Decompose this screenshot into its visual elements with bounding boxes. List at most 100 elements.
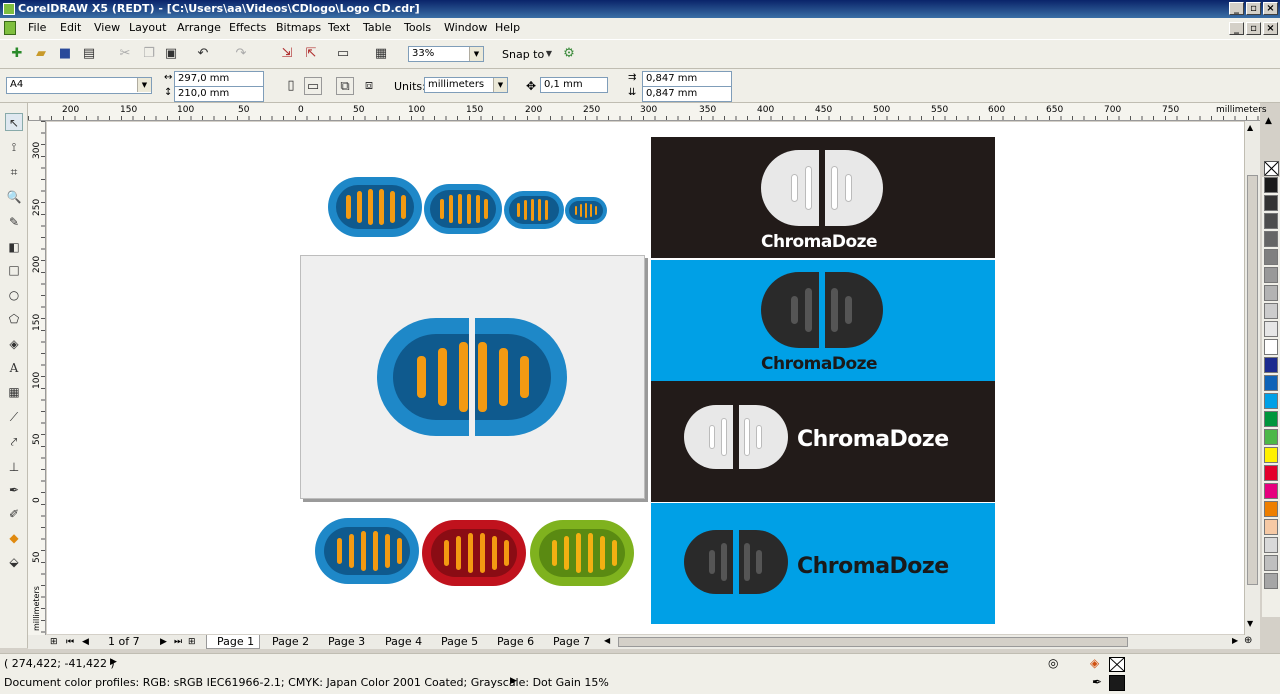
palette-scroll-up-icon[interactable]: ▲ [1265, 116, 1277, 128]
color-swatch[interactable] [1264, 177, 1278, 193]
scroll-up-icon[interactable]: ▲ [1247, 123, 1253, 132]
undo-icon[interactable]: ↶ [194, 45, 212, 63]
navigator-icon[interactable]: ⊕ [1244, 635, 1252, 646]
save-icon[interactable]: ■ [56, 45, 74, 63]
first-page-icon[interactable]: ⏮ [66, 635, 74, 649]
brand-panel-cyan-stacked[interactable]: ChromaDoze [651, 260, 995, 381]
duplicate-distance-x-field[interactable]: 0,847 mm [642, 71, 732, 87]
menu-text[interactable]: Text [328, 21, 350, 34]
drawing-canvas[interactable]: ChromaDoze ChromaDoze ChromaDoze ChromaD… [47, 122, 1258, 634]
table-tool-icon[interactable]: ▦ [5, 383, 23, 401]
options-icon[interactable]: ⚙ [560, 45, 578, 63]
horizontal-ruler[interactable]: 200 150 100 50 0 50 100 150 200 250 300 … [28, 103, 1267, 121]
profiles-arrow-icon[interactable]: ▶ [510, 676, 517, 686]
color-swatch[interactable] [1264, 519, 1278, 535]
logo-icon-blue-tiny[interactable] [565, 197, 607, 224]
page-width-field[interactable]: 297,0 mm [174, 71, 264, 87]
menu-view[interactable]: View [94, 21, 120, 34]
page-height-field[interactable]: 210,0 mm [174, 86, 264, 102]
crop-tool-icon[interactable]: ⌗ [5, 163, 23, 181]
zoom-level-select[interactable]: 33% ▼ [408, 46, 484, 62]
color-swatch[interactable] [1264, 231, 1278, 247]
scroll-right-icon[interactable]: ▶ [1232, 636, 1238, 645]
import-icon[interactable]: ⇲ [278, 45, 296, 63]
current-page-icon[interactable]: ⧈ [360, 77, 378, 95]
expand-arrow-icon[interactable]: ▶ [110, 657, 117, 667]
connector-tool-icon[interactable]: ⤤ [5, 433, 23, 451]
menu-layout[interactable]: Layout [129, 21, 166, 34]
previous-page-icon[interactable]: ◀ [82, 635, 89, 649]
color-swatch[interactable] [1264, 429, 1278, 445]
page-tab-1[interactable]: Page 1 [206, 635, 260, 649]
logo-icon-blue-medium[interactable] [424, 184, 502, 234]
all-pages-icon[interactable]: ⧉ [336, 77, 354, 95]
color-swatch[interactable] [1264, 555, 1278, 571]
freehand-tool-icon[interactable]: ✎ [5, 213, 23, 231]
color-swatch[interactable] [1264, 501, 1278, 517]
scroll-thumb[interactable] [1247, 175, 1258, 585]
menu-arrange[interactable]: Arrange [177, 21, 221, 34]
color-swatch[interactable] [1264, 573, 1278, 589]
logo-icon-blue-variant[interactable] [315, 518, 419, 584]
polygon-tool-icon[interactable]: ⬠ [5, 310, 23, 328]
duplicate-distance-y-field[interactable]: 0,847 mm [642, 86, 732, 102]
logo-icon-blue-main[interactable] [377, 318, 567, 436]
logo-icon-blue-small[interactable] [504, 191, 564, 229]
units-select[interactable]: millimeters ▼ [424, 77, 508, 93]
color-swatch[interactable] [1264, 357, 1278, 373]
chevron-down-icon[interactable]: ▼ [493, 78, 507, 92]
page-tab-3[interactable]: Page 3 [328, 635, 365, 649]
interactive-fill-tool-icon[interactable]: ⬙ [5, 553, 23, 571]
rectangle-tool-icon[interactable]: □ [5, 261, 23, 279]
color-swatch[interactable] [1264, 285, 1278, 301]
basic-shapes-tool-icon[interactable]: ◈ [5, 335, 23, 353]
doc-close-button[interactable]: × [1263, 22, 1278, 35]
application-launcher-icon[interactable]: ▭ [334, 45, 352, 63]
menu-edit[interactable]: Edit [60, 21, 81, 34]
shape-tool-icon[interactable]: ⟟ [5, 138, 23, 156]
color-swatch[interactable] [1264, 303, 1278, 319]
color-swatch[interactable] [1264, 537, 1278, 553]
add-page-before-icon[interactable]: ⊞ [50, 635, 58, 649]
menu-window[interactable]: Window [444, 21, 487, 34]
cut-icon[interactable]: ✂ [116, 45, 134, 63]
color-swatch[interactable] [1264, 267, 1278, 283]
color-swatch[interactable] [1264, 375, 1278, 391]
chevron-down-icon[interactable]: ▼ [469, 47, 483, 61]
color-swatch[interactable] [1264, 465, 1278, 481]
color-swatch[interactable] [1264, 339, 1278, 355]
fill-tool-icon[interactable]: ◆ [5, 529, 23, 547]
next-page-icon[interactable]: ▶ [160, 635, 167, 649]
outline-color-swatch[interactable] [1109, 675, 1125, 691]
horizontal-scrollbar[interactable]: ◀ ▶ ⊕ [600, 635, 1260, 649]
menu-table[interactable]: Table [363, 21, 391, 34]
print-icon[interactable]: ▤ [80, 45, 98, 63]
scroll-thumb[interactable] [618, 637, 1128, 647]
open-folder-icon[interactable]: ▰ [32, 45, 50, 63]
color-swatch[interactable] [1264, 447, 1278, 463]
logo-icon-blue-large[interactable] [328, 177, 422, 237]
snap-dropdown-icon[interactable]: ▼ [540, 45, 558, 63]
close-button[interactable]: × [1263, 2, 1278, 15]
scroll-down-icon[interactable]: ▼ [1247, 619, 1253, 628]
smart-fill-tool-icon[interactable]: ◧ [5, 238, 23, 256]
copy-icon[interactable]: ❐ [140, 45, 158, 63]
page-tab-5[interactable]: Page 5 [441, 635, 478, 649]
ellipse-tool-icon[interactable]: ○ [5, 286, 23, 304]
landscape-icon[interactable]: ▭ [304, 77, 322, 95]
menu-tools[interactable]: Tools [404, 21, 431, 34]
last-page-icon[interactable]: ⏭ [174, 635, 182, 649]
scroll-left-icon[interactable]: ◀ [604, 636, 610, 645]
vertical-scrollbar[interactable]: ▲ ▼ [1244, 121, 1260, 635]
color-swatch[interactable] [1264, 411, 1278, 427]
doc-minimize-button[interactable]: _ [1229, 22, 1244, 35]
page-tab-2[interactable]: Page 2 [272, 635, 309, 649]
outline-tool-icon[interactable]: ✐ [5, 505, 23, 523]
logo-icon-green-variant[interactable] [530, 520, 634, 586]
paste-icon[interactable]: ▣ [162, 45, 180, 63]
color-swatch[interactable] [1264, 249, 1278, 265]
menu-help[interactable]: Help [495, 21, 520, 34]
snap-to-button[interactable]: Snap to [502, 48, 544, 61]
page-size-select[interactable]: A4 ▼ [6, 77, 152, 94]
chevron-down-icon[interactable]: ▼ [137, 78, 151, 92]
